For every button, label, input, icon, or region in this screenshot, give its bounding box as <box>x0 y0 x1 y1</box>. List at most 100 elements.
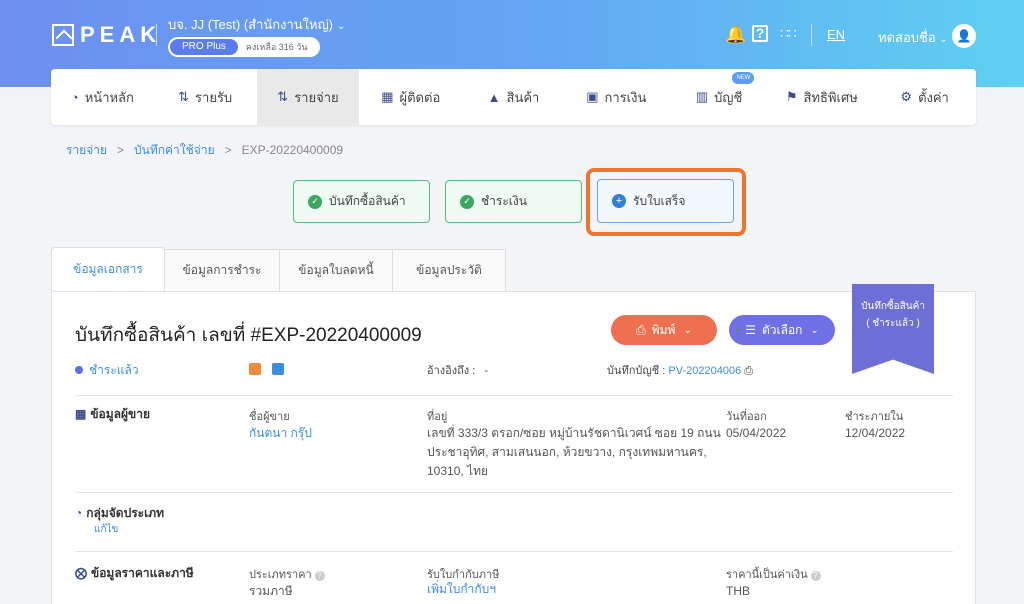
account-record-label: บันทึกบัญชี : <box>607 365 666 377</box>
vendor-name-label: ชื่อผู้ขาย <box>249 411 290 423</box>
divider <box>75 551 953 552</box>
address-line: 10310, ไทย <box>427 464 489 478</box>
nav-item-home[interactable]: ◔ หน้าหลัก <box>51 69 154 125</box>
help-book-icon[interactable]: ? <box>752 25 768 42</box>
doc-tabs: ข้อมูลเอกสาร ข้อมูลการชำระ ข้อมูลใบลดหนี… <box>51 247 506 291</box>
nav-item-finance[interactable]: ▣ การเงิน <box>565 69 668 125</box>
dashboard-icon: ◔ <box>70 89 79 105</box>
options-label: ตัวเลือก <box>761 322 803 337</box>
ribbon-title: บันทึกซื้อสินค้า <box>861 301 925 312</box>
accounting-icon: ▥ <box>695 89 709 104</box>
reference-value: - <box>484 365 489 377</box>
currency-label-text: ราคานี้เป็นค่าเงิน <box>726 569 808 581</box>
nav-label: การเงิน <box>604 89 647 105</box>
nav-label: สินค้า <box>506 89 540 105</box>
price-type-label: ประเภทราคา? <box>249 565 325 583</box>
menu-icon: ☰ <box>745 323 756 337</box>
price-type-label-text: ประเภทราคา <box>249 569 312 581</box>
check-circle-icon: ✓ <box>308 194 322 209</box>
account-record-link[interactable]: PV-202204006 <box>668 365 741 377</box>
product-icon: ▲ <box>487 89 501 105</box>
category-edit-link[interactable]: แก้ไข <box>94 520 118 539</box>
print-button[interactable]: ⎙ พิมพ์ ⌄ <box>611 315 717 345</box>
breadcrumb: รายจ่าย > บันทึกค่าใช้จ่าย > EXP-20220400009 <box>66 143 344 157</box>
status-badge: ชำระแล้ว <box>75 361 139 380</box>
avatar[interactable]: 👤 <box>952 24 976 48</box>
nav-item-contacts[interactable]: ▦ ผู้ติดต่อ <box>359 69 462 125</box>
file-lock-icon[interactable] <box>272 363 284 375</box>
issue-date-label: วันที่ออก <box>726 411 767 423</box>
privilege-icon: ⚑ <box>785 89 798 104</box>
tab-document-info[interactable]: ข้อมูลเอกสาร <box>51 247 165 291</box>
file-lock-icon[interactable] <box>249 363 261 375</box>
company-name: บจ. JJ (Test) (สำนักงานใหญ่) <box>168 17 333 32</box>
reference: อ้างอิงถึง : - <box>427 361 488 379</box>
plan-badge: PRO Plus <box>170 39 238 55</box>
divider <box>156 24 157 46</box>
language-toggle[interactable]: EN <box>827 27 845 42</box>
account-record: บันทึกบัญชี : PV-202204006 ⎙ <box>607 361 753 379</box>
divider <box>75 492 953 493</box>
expense-icon: ⇅ <box>277 89 289 104</box>
bell-icon[interactable]: 🔔 <box>725 25 746 45</box>
finance-icon: ▣ <box>586 89 599 104</box>
help-icon[interactable]: ? <box>810 571 821 581</box>
company-selector[interactable]: บจ. JJ (Test) (สำนักงานใหญ่) ⌄ <box>168 14 345 35</box>
chevron-down-icon: ⌄ <box>939 34 948 45</box>
vendor-section-title: ▦ ข้อมูลผู้ขาย <box>75 405 150 424</box>
help-icon[interactable]: ? <box>314 571 325 581</box>
settings-icon: ⚙ <box>900 89 913 104</box>
tab-payment-info[interactable]: ข้อมูลการชำระ <box>164 249 280 291</box>
peak-logo[interactable]: PEAK <box>52 22 161 48</box>
step-purchase-record[interactable]: ✓ บันทึกซื้อสินค้า <box>293 180 430 223</box>
highlight-frame <box>586 168 746 236</box>
pricing-section-title: ⨂ ข้อมูลราคาและภาษี <box>75 564 194 583</box>
section-label: ข้อมูลราคาและภาษี <box>91 566 194 580</box>
nav-item-products[interactable]: ▲ สินค้า <box>462 69 565 125</box>
nav-label: ตั้งค่า <box>918 89 949 105</box>
tab-credit-note-info[interactable]: ข้อมูลใบลดหนี้ <box>279 249 393 291</box>
due-date-label: ชำระภายใน <box>845 411 904 423</box>
check-circle-icon: ✓ <box>460 194 474 209</box>
due-date-value: 12/04/2022 <box>845 426 906 440</box>
chevron-down-icon: ⌄ <box>337 21 346 32</box>
nav-item-expense[interactable]: ⇅ รายจ่าย <box>256 69 360 125</box>
vendor-name-link[interactable]: กันตนา กรุ๊ป <box>249 424 312 443</box>
divider <box>75 395 953 396</box>
status-ribbon: บันทึกซื้อสินค้า ( ชำระแล้ว ) <box>852 284 934 374</box>
price-type-value: รวมภาษี <box>249 584 293 598</box>
address-line: ประชาอุทิศ, สามเสนนอก, ห้วยขวาง, กรุงเทพ… <box>427 445 707 459</box>
step-payment[interactable]: ✓ ชำระเงิน <box>445 180 582 223</box>
issue-date-value: 05/04/2022 <box>726 426 787 440</box>
nav-item-income[interactable]: ⇅ รายรับ <box>154 69 257 125</box>
currency-label: ราคานี้เป็นค่าเงิน? <box>726 565 821 583</box>
nav-item-settings[interactable]: ⚙ ตั้งค่า <box>873 69 976 125</box>
plan-remaining: คงเหลือ 316 วัน <box>245 42 308 52</box>
nav-label: บัญชี <box>714 89 743 105</box>
section-label: กลุ่มจัดประเภท <box>86 506 165 520</box>
user-menu[interactable]: ทดสอบชื่อ ⌄ <box>878 27 948 48</box>
options-button[interactable]: ☰ ตัวเลือก ⌄ <box>729 315 835 345</box>
pie-chart-icon: ◔ <box>75 506 83 520</box>
tab-history-info[interactable]: ข้อมูลประวัติ <box>392 249 506 291</box>
apps-grid-icon[interactable]: ∷∷ <box>780 25 797 42</box>
income-icon: ⇅ <box>178 89 190 104</box>
nav-item-accounting[interactable]: ▥ บัญชี NEW <box>668 69 771 125</box>
nav-item-privilege[interactable]: ⚑ สิทธิพิเศษ <box>770 69 873 125</box>
add-tax-invoice-link[interactable]: เพิ่มใบกำกับฯ <box>427 580 496 599</box>
document-card: บันทึกซื้อสินค้า เลขที่ #EXP-20220400009… <box>51 284 976 604</box>
breadcrumb-current: EXP-20220400009 <box>241 143 344 157</box>
ribbon-status: ( ชำระแล้ว ) <box>866 318 920 329</box>
new-badge: NEW <box>732 72 755 84</box>
plan-status: PRO Plus คงเหลือ 316 วัน <box>168 37 320 57</box>
nav-label: รายรับ <box>195 89 233 105</box>
nav-label: หน้าหลัก <box>84 89 134 105</box>
breadcrumb-link-expense-record[interactable]: บันทึกค่าใช้จ่าย <box>134 143 215 157</box>
nav-label: รายจ่าย <box>294 89 339 105</box>
section-label: ข้อมูลผู้ขาย <box>90 407 151 421</box>
printer-icon[interactable]: ⎙ <box>744 365 753 377</box>
step-label: บันทึกซื้อสินค้า <box>329 194 406 208</box>
nav-label: สิทธิพิเศษ <box>803 89 858 105</box>
breadcrumb-link-expense[interactable]: รายจ่าย <box>66 143 107 157</box>
step-label: ชำระเงิน <box>481 194 527 208</box>
